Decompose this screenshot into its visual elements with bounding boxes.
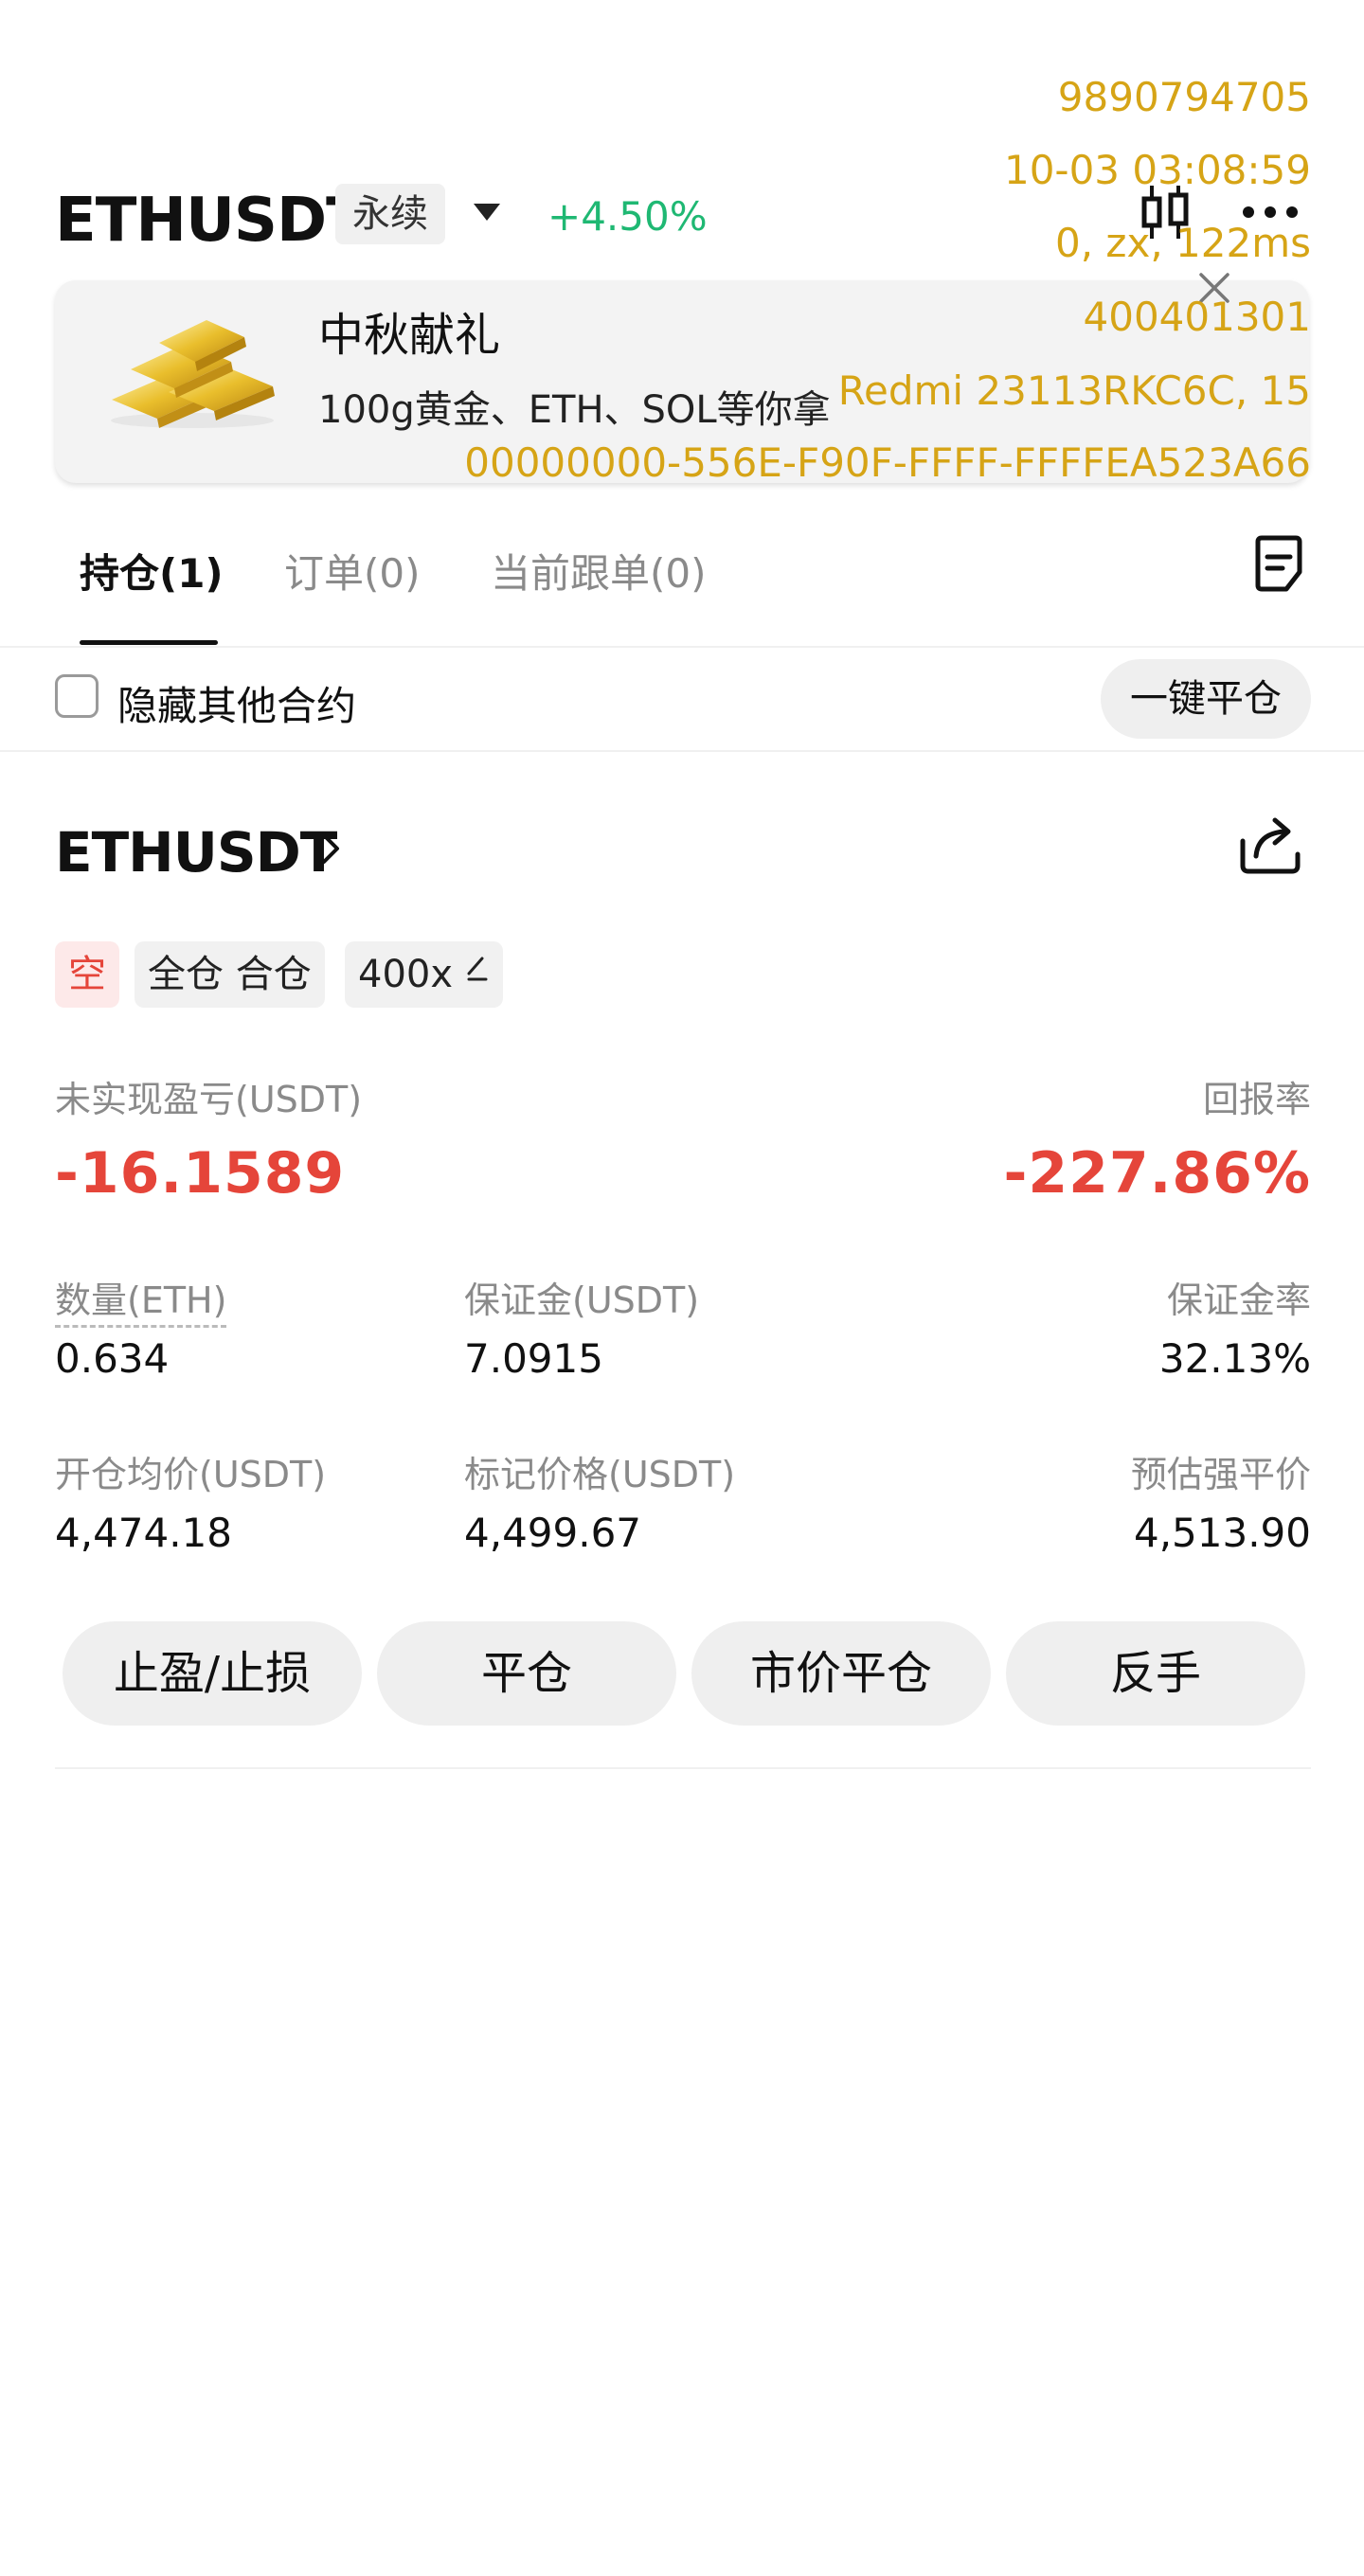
mark-price-label: 标记价格(USDT) — [464, 1454, 736, 1495]
quantity-value: 0.634 — [55, 1335, 170, 1382]
active-tab-indicator — [80, 640, 218, 645]
card-divider — [55, 1767, 1311, 1769]
banner-title: 中秋献礼 — [318, 309, 501, 362]
document-icon[interactable] — [1252, 534, 1305, 593]
roe-label: 回报率 — [1202, 1079, 1311, 1120]
tab-divider — [0, 646, 1364, 648]
caret-down-icon[interactable] — [474, 204, 500, 221]
tab-orders[interactable]: 订单(0) — [284, 542, 421, 599]
margin-ratio-label: 保证金率 — [1166, 1279, 1311, 1321]
overlay-text-3: 0, zx, 122ms — [1055, 220, 1311, 266]
hide-others-label[interactable]: 隐藏其他合约 — [117, 674, 356, 732]
overlay-text-2: 10-03 03:08:59 — [1003, 147, 1311, 193]
liquidation-price-value: 4,513.90 — [1133, 1510, 1311, 1556]
gold-bars-image — [111, 320, 275, 428]
entry-price-value: 4,474.18 — [55, 1510, 233, 1556]
tab-copy-trading[interactable]: 当前跟单(0) — [491, 542, 707, 599]
close-all-button[interactable]: 一键平仓 — [1101, 659, 1311, 739]
unrealized-pnl-label: 未实现盈亏(USDT) — [55, 1079, 363, 1120]
liquidation-price-label: 预估强平价 — [1130, 1454, 1311, 1495]
quantity-label[interactable]: 数量(ETH) — [55, 1271, 227, 1328]
leverage-value: 400x — [358, 953, 454, 996]
reverse-button[interactable]: 反手 — [1006, 1621, 1305, 1726]
edit-pencil-icon — [467, 957, 488, 981]
overlay-text-5: Redmi 23113RKC6C, 15 — [837, 367, 1311, 414]
chevron-right-icon[interactable] — [318, 828, 345, 869]
share-icon[interactable] — [1237, 813, 1303, 875]
close-position-button[interactable]: 平仓 — [377, 1621, 676, 1726]
position-symbol[interactable]: ETHUSDT — [55, 820, 337, 885]
mark-price-value: 4,499.67 — [464, 1510, 642, 1556]
price-change: +4.50% — [547, 193, 708, 240]
row-divider — [0, 750, 1364, 752]
roe-value: -227.86% — [1003, 1140, 1311, 1207]
pair-title[interactable]: ETHUSDT — [55, 186, 368, 256]
unrealized-pnl-value: -16.1589 — [55, 1140, 346, 1207]
banner-subtitle: 100g黄金、ETH、SOL等你拿 — [318, 388, 831, 432]
contract-type-badge: 永续 — [335, 184, 445, 244]
overlay-text-4: 400401301 — [1083, 294, 1312, 340]
margin-label: 保证金(USDT) — [464, 1279, 700, 1321]
tab-positions[interactable]: 持仓(1) — [80, 542, 224, 599]
market-close-button[interactable]: 市价平仓 — [691, 1621, 991, 1726]
overlay-text-1: 9890794705 — [1057, 74, 1311, 120]
margin-mode-tag: 全仓 合仓 — [135, 941, 325, 1008]
side-tag: 空 — [55, 941, 119, 1008]
leverage-tag[interactable]: 400x — [345, 941, 503, 1008]
margin-ratio-value: 32.13% — [1158, 1335, 1311, 1382]
margin-value: 7.0915 — [464, 1335, 603, 1382]
overlay-text-6: 00000000-556E-F90F-FFFF-FFFFEA523A66 — [464, 439, 1311, 486]
entry-price-label: 开仓均价(USDT) — [55, 1454, 327, 1495]
hide-others-checkbox[interactable] — [55, 674, 99, 718]
tp-sl-button[interactable]: 止盈/止损 — [63, 1621, 362, 1726]
